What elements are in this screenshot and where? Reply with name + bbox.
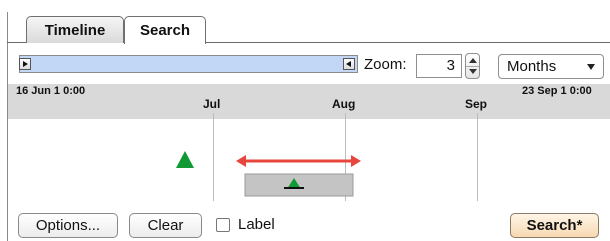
arrow-left-head-icon (236, 155, 246, 167)
options-button[interactable]: Options... (18, 213, 118, 238)
arrow-right-head-icon (351, 155, 361, 167)
label-checkbox-label[interactable]: Label (238, 216, 275, 233)
clear-button[interactable]: Clear (129, 213, 202, 238)
search-range-box[interactable] (244, 173, 354, 197)
timeline-canvas[interactable] (0, 0, 610, 241)
label-checkbox[interactable] (216, 218, 230, 232)
search-button[interactable]: Search* (510, 213, 599, 238)
event-marker-triangle[interactable] (176, 151, 194, 168)
